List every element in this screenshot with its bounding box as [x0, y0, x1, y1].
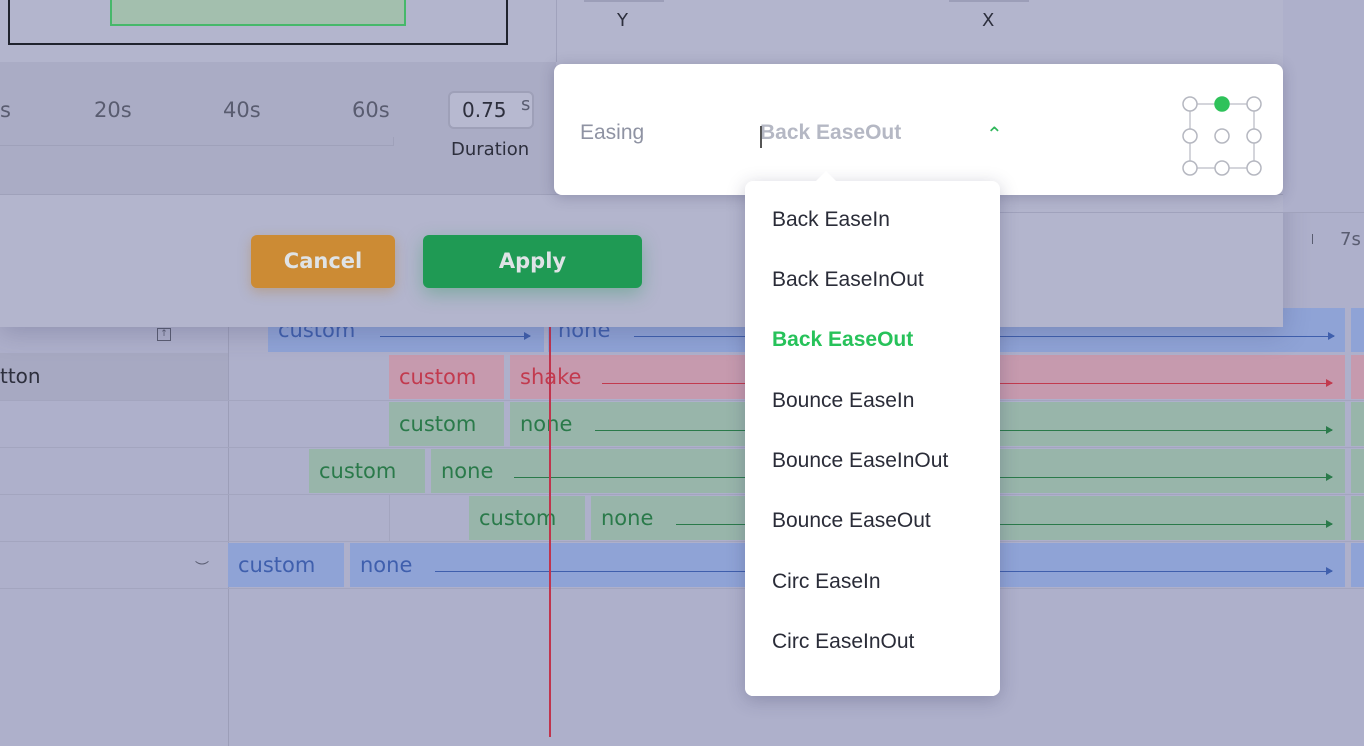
duration-label: Duration: [451, 139, 530, 160]
row-separator: [389, 494, 390, 541]
animation-out-block[interactable]: [1351, 496, 1364, 540]
row-separator: [0, 541, 1364, 542]
y-input[interactable]: [584, 0, 664, 2]
timeline-tick-label: 7s: [1340, 229, 1361, 250]
animation-out-block[interactable]: [1351, 355, 1364, 399]
block-label: custom: [319, 459, 397, 483]
cancel-button[interactable]: Cancel: [251, 235, 395, 288]
row-separator: [0, 494, 1364, 495]
layer-row-button[interactable]: tton: [0, 353, 228, 400]
row-separator: [0, 400, 1364, 401]
row-separator: [0, 588, 1364, 589]
block-label: none: [360, 553, 413, 577]
animation-in-block[interactable]: custom: [469, 496, 585, 540]
x-input[interactable]: [949, 0, 1029, 2]
easing-option[interactable]: Bounce EaseInOut: [772, 449, 948, 473]
duration-value: 0.75: [462, 98, 507, 122]
easing-option[interactable]: Circ EaseIn: [772, 570, 881, 594]
easing-option-selected[interactable]: Back EaseOut: [772, 328, 913, 352]
timeline-header-line: [1000, 212, 1364, 213]
apply-button[interactable]: Apply: [423, 235, 642, 288]
easing-option[interactable]: Bounce EaseIn: [772, 389, 914, 413]
background-panel: [1283, 0, 1364, 212]
animation-out-block[interactable]: [1351, 308, 1364, 352]
chevron-up-icon[interactable]: ⌃: [986, 122, 1003, 146]
row-separator: [0, 447, 1364, 448]
text-caret: [760, 126, 762, 148]
layer-type-icon: ↑: [157, 328, 171, 341]
block-label: custom: [399, 412, 477, 436]
preview-object: [110, 0, 406, 26]
easing-option[interactable]: Circ EaseInOut: [772, 630, 914, 654]
animation-in-block[interactable]: custom: [389, 402, 504, 446]
y-label: Y: [617, 10, 628, 31]
easing-select[interactable]: Back EaseOut: [760, 121, 901, 145]
ruler-tick: s: [0, 98, 11, 122]
timeline-tick-mark: [1312, 234, 1313, 244]
animation-in-block[interactable]: custom: [309, 449, 425, 493]
block-label: custom: [399, 365, 477, 389]
playhead[interactable]: [549, 305, 551, 737]
animation-out-block[interactable]: [1351, 543, 1364, 587]
animation-out-block[interactable]: [1351, 449, 1364, 493]
block-label: none: [601, 506, 654, 530]
arrow-icon: [380, 332, 531, 340]
easing-label: Easing: [580, 121, 645, 144]
block-label: custom: [479, 506, 557, 530]
ruler-tick: 40s: [223, 98, 261, 122]
dropdown-scroll-fade: [745, 666, 1000, 696]
layer-name: tton: [0, 364, 41, 388]
ruler-tick: 60s: [352, 98, 390, 122]
anchor-point-picker[interactable]: [1180, 94, 1264, 178]
panel-divider: [556, 0, 557, 62]
x-label: X: [982, 10, 995, 31]
ruler-end-mark: [393, 137, 394, 145]
timeline-divider: [228, 305, 229, 746]
easing-option[interactable]: Back EaseInOut: [772, 268, 924, 292]
easing-panel: Easing Back EaseOut ⌃: [554, 64, 1283, 195]
easing-option[interactable]: Back EaseIn: [772, 208, 890, 232]
block-label: none: [441, 459, 494, 483]
eye-closed-icon[interactable]: ︶: [195, 558, 209, 578]
easing-dropdown[interactable]: Back EaseIn Back EaseInOut Back EaseOut …: [745, 171, 1000, 696]
ruler-line: [0, 145, 394, 146]
animation-in-block[interactable]: custom: [228, 543, 344, 587]
block-label: custom: [238, 553, 316, 577]
duration-unit: s: [521, 94, 531, 115]
anchor-grid-icon[interactable]: [1180, 94, 1264, 178]
animation-in-block[interactable]: custom: [389, 355, 504, 399]
animation-out-block[interactable]: [1351, 402, 1364, 446]
easing-option[interactable]: Bounce EaseOut: [772, 509, 931, 533]
ruler-tick: 20s: [94, 98, 132, 122]
block-label: none: [520, 412, 573, 436]
